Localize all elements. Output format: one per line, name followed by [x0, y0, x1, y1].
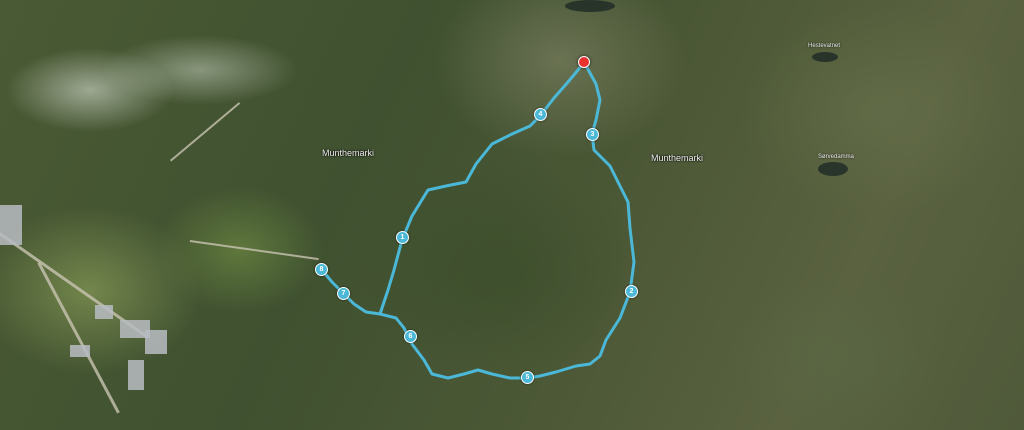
satellite-map[interactable]: Munthemarki Munthemarki Hestevatnet Sørv… [0, 0, 1024, 430]
route-marker-5[interactable]: 5 [521, 371, 534, 384]
start-point-marker[interactable] [578, 56, 590, 68]
route-overlay [320, 60, 636, 380]
route-marker-6[interactable]: 6 [404, 330, 417, 343]
route-marker-7[interactable]: 7 [337, 287, 350, 300]
route-marker-3[interactable]: 3 [586, 128, 599, 141]
route-marker-2[interactable]: 2 [625, 285, 638, 298]
route-line-north[interactable] [378, 60, 586, 316]
route-marker-1[interactable]: 1 [396, 231, 409, 244]
route-marker-4[interactable]: 4 [534, 108, 547, 121]
route-line[interactable] [320, 60, 636, 380]
route-marker-8[interactable]: 8 [315, 263, 328, 276]
